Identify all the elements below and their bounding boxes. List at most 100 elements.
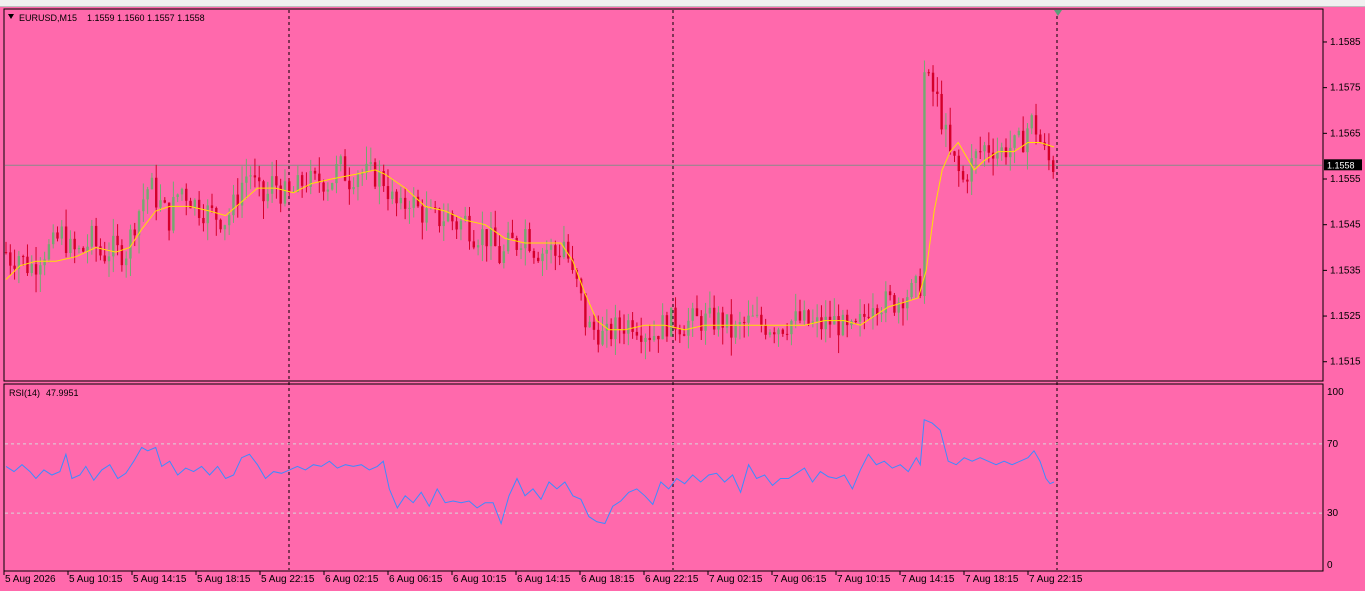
candle-body: [983, 145, 986, 152]
time-tick-label: 7 Aug 02:15: [709, 574, 763, 585]
candle-body: [455, 221, 458, 230]
candle-body: [536, 257, 540, 262]
candle-body: [9, 252, 12, 266]
candle-body: [223, 225, 227, 230]
candle-body: [56, 232, 59, 239]
candle-body: [631, 320, 634, 332]
candle-body: [987, 145, 991, 153]
candle-body: [755, 314, 759, 316]
candle-body: [421, 206, 424, 223]
candle-body: [519, 248, 523, 250]
current-price-label: 1.1558: [1327, 160, 1355, 170]
candle-body: [648, 337, 651, 341]
time-tick-label: 6 Aug 14:15: [517, 574, 571, 585]
candle-body: [781, 329, 785, 334]
candle-body: [300, 175, 304, 186]
candle-body: [43, 259, 46, 266]
time-tick-label: 6 Aug 02:15: [325, 574, 379, 585]
candle-body: [528, 229, 531, 252]
candle-body: [425, 208, 428, 223]
candle-body: [326, 189, 330, 192]
time-tick-label: 7 Aug 10:15: [837, 574, 891, 585]
candle-body: [785, 333, 789, 335]
candle-body: [99, 246, 102, 256]
time-tick-label: 6 Aug 22:15: [645, 574, 699, 585]
candle-body: [129, 229, 132, 259]
candle-body: [163, 200, 166, 203]
candle-body: [532, 251, 536, 258]
candle-body: [1013, 135, 1016, 148]
candle-body: [69, 238, 72, 254]
candle-body: [730, 314, 733, 338]
candle-body: [279, 185, 282, 204]
time-tick-label: 6 Aug 10:15: [453, 574, 507, 585]
candle-body: [472, 241, 476, 248]
price-axis: 1.1585 1.1575 1.1565 1.1555 1.1545 1.1535 1.15…: [1323, 37, 1361, 368]
price-tick-label: 1.1565: [1330, 128, 1361, 139]
candle-body: [180, 188, 184, 195]
candle-body: [219, 219, 222, 230]
candle-body: [468, 215, 471, 242]
candle-body: [639, 335, 643, 342]
candle-body: [614, 317, 617, 340]
candle-body: [906, 297, 909, 309]
candle-body: [854, 321, 857, 323]
candle-body: [386, 186, 390, 200]
rsi-axis: 100 70 30 0: [1327, 387, 1344, 571]
candle-body: [172, 196, 175, 231]
candle-body: [515, 237, 518, 250]
candle-body: [155, 177, 158, 208]
candle-body: [253, 175, 257, 178]
time-tick-label: 6 Aug 06:15: [389, 574, 443, 585]
candle-body: [275, 176, 278, 186]
candlestick-series: [4, 60, 1055, 360]
candle-body: [777, 329, 780, 335]
price-tick-label: 1.1585: [1330, 37, 1361, 48]
candle-body: [549, 245, 553, 250]
trading-chart[interactable]: 1.1585 1.1575 1.1565 1.1555 1.1545 1.1535 1.15…: [0, 0, 1365, 591]
candle-body: [133, 229, 136, 236]
candle-body: [296, 175, 300, 192]
candle-body: [30, 264, 33, 274]
candle-body: [674, 307, 677, 330]
candle-body: [682, 334, 686, 336]
candle-body: [146, 189, 149, 200]
candle-body: [506, 232, 510, 252]
candle-body: [996, 152, 999, 159]
candle-body: [948, 124, 952, 152]
candle-body: [931, 72, 935, 92]
price-tick-label: 1.1575: [1330, 83, 1361, 94]
shift-marker-icon[interactable]: [1054, 10, 1062, 16]
time-tick-label: 5 Aug 10:15: [69, 574, 123, 585]
candle-body: [82, 247, 85, 252]
candle-body: [927, 72, 930, 74]
candle-body: [957, 155, 960, 172]
rsi-line: [5, 418, 1055, 526]
candle-body: [459, 220, 463, 230]
candle-body: [824, 316, 827, 330]
candle-body: [322, 182, 325, 192]
candle-body: [1026, 128, 1029, 153]
candle-body: [408, 207, 411, 209]
time-tick-label: 7 Aug 22:15: [1029, 574, 1083, 585]
candle-body: [262, 181, 265, 202]
candle-body: [1017, 130, 1021, 136]
candle-body: [970, 158, 973, 182]
candle-body: [391, 191, 394, 200]
candle-body: [936, 91, 939, 94]
candle-body: [258, 177, 261, 182]
time-tick-label: 6 Aug 18:15: [581, 574, 635, 585]
candle-body: [807, 310, 810, 324]
candle-body: [940, 93, 943, 130]
candle-body: [502, 251, 506, 264]
triangle-down-icon[interactable]: [8, 14, 14, 19]
candle-body: [644, 337, 647, 342]
candle-body: [773, 332, 776, 335]
candle-body: [923, 72, 926, 297]
candle-body: [215, 207, 218, 220]
candle-body: [558, 255, 561, 258]
chart-header: EURUSD,M15 1.1559 1.1560 1.1557 1.1558: [8, 13, 205, 23]
candle-body: [73, 238, 76, 250]
time-tick-label: 5 Aug 22:15: [261, 574, 315, 585]
time-tick-label: 7 Aug 18:15: [965, 574, 1019, 585]
